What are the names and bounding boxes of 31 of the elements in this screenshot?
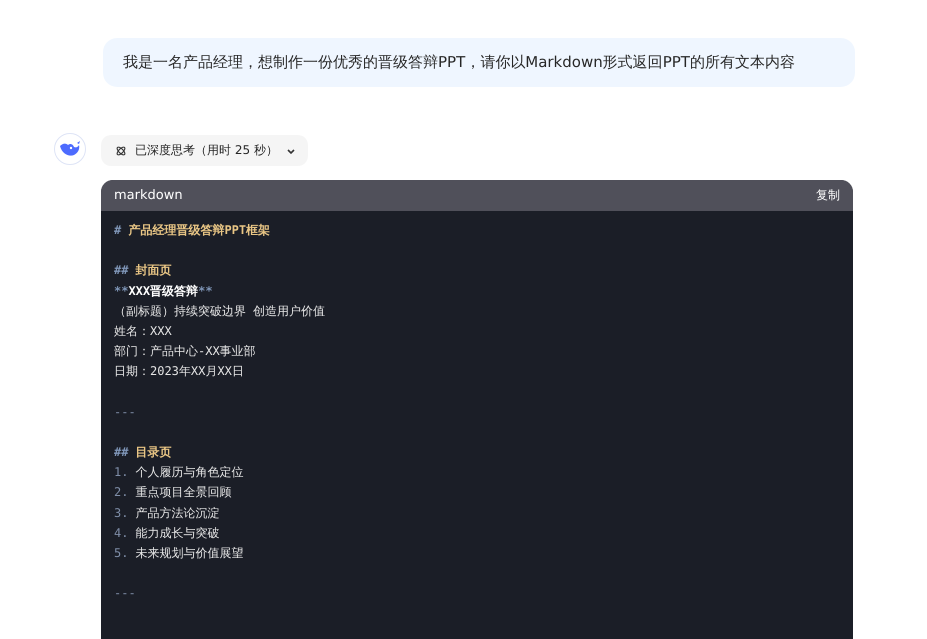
atom-icon <box>115 144 127 156</box>
code-text: 未来规划与价值展望 <box>134 546 244 560</box>
horizontal-rule-marker: --- <box>114 586 136 600</box>
assistant-avatar-icon <box>54 133 86 165</box>
heading-marker: ## <box>114 263 128 278</box>
code-text: 部门：产品中心-XX事业部 <box>114 344 256 358</box>
code-text: （副标题）持续突破边界 创造用户价值 <box>114 304 326 318</box>
heading-marker: ## <box>114 445 128 460</box>
user-message-text: 我是一名产品经理，想制作一份优秀的晋级答辩PPT，请你以Markdown形式返回PPT的所有文本内容 <box>123 53 795 71</box>
thinking-toggle[interactable]: 已深度思考（用时 25 秒） <box>101 135 308 166</box>
heading-text: 封面页 <box>134 263 172 278</box>
code-text: 能力成长与突破 <box>134 526 220 540</box>
heading-marker: # <box>114 223 122 237</box>
code-text: 产品方法论沉淀 <box>134 506 220 520</box>
code-text: 姓名：XXX <box>114 324 172 338</box>
bold-marker: ** <box>114 284 128 298</box>
list-number: 3. <box>114 506 128 520</box>
code-text: 个人履历与角色定位 <box>134 465 244 480</box>
list-number: 4. <box>114 526 128 540</box>
list-number: 2. <box>114 485 128 500</box>
heading-text: 产品经理晋级答辩PPT框架 <box>127 223 270 237</box>
list-number: 5. <box>114 546 128 560</box>
code-language-label: markdown <box>114 188 183 203</box>
code-text: 重点项目全景回顾 <box>134 485 232 500</box>
list-number: 1. <box>114 465 128 480</box>
horizontal-rule-marker: --- <box>114 404 136 419</box>
copy-button[interactable]: 复制 <box>816 187 840 204</box>
bold-marker: ** <box>198 284 213 298</box>
heading-text: 目录页 <box>134 445 172 460</box>
code-text: 日期：2023年XX月XX日 <box>114 364 244 378</box>
bold-text: XXX晋级答辩 <box>128 284 198 298</box>
